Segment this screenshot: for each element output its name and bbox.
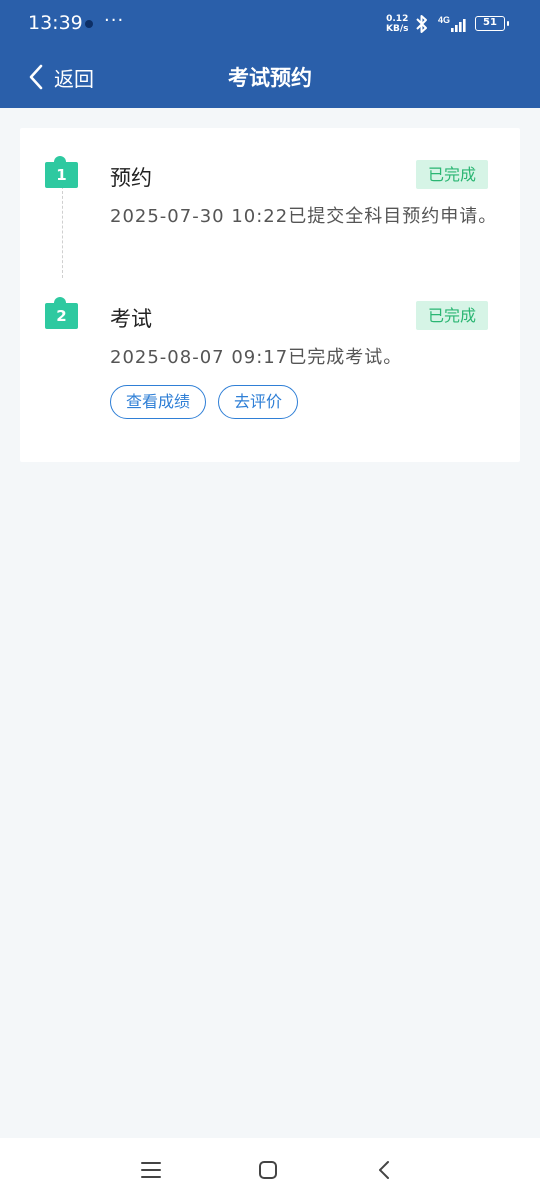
step-number: 2 (45, 303, 78, 329)
network-speed: 0.12 KB/s (386, 14, 408, 34)
notification-dot-icon (85, 20, 93, 28)
view-score-button[interactable]: 查看成绩 (110, 385, 207, 419)
signal-icon: 4G (438, 15, 466, 32)
step-number: 1 (45, 162, 78, 188)
speed-value: 0.12 (386, 14, 409, 24)
status-bar: 13:39 ··· 0.12 KB/s 4G 51 (0, 0, 540, 48)
home-icon[interactable] (256, 1158, 280, 1182)
exam-actions: 查看成绩 去评价 (110, 385, 299, 419)
header: 13:39 ··· 0.12 KB/s 4G 51 返回 考试预约 (0, 0, 540, 108)
network-type: 4G (438, 15, 450, 25)
speed-unit: KB/s (386, 24, 409, 34)
step-description: 2025-08-07 09:17已完成考试。 (110, 347, 403, 368)
step-title: 预约 (110, 166, 152, 190)
progress-card: 1 预约 已完成 2025-07-30 10:22已提交全科目预约申请。 2 考… (20, 128, 520, 462)
rate-button[interactable]: 去评价 (218, 385, 299, 419)
step-number-badge: 2 (45, 297, 78, 329)
step-description: 2025-07-30 10:22已提交全科目预约申请。 (110, 206, 498, 227)
nav-bar: 返回 考试预约 (0, 48, 540, 108)
step-number-badge: 1 (45, 156, 78, 188)
status-badge: 已完成 (416, 301, 488, 330)
status-time: 13:39 (28, 12, 83, 34)
step-title: 考试 (110, 307, 152, 331)
battery-indicator: 51 (475, 16, 509, 31)
system-nav-bar (0, 1138, 540, 1200)
timeline-connector (62, 186, 63, 278)
status-badge: 已完成 (416, 160, 488, 189)
bluetooth-icon (416, 15, 427, 33)
back-icon[interactable] (373, 1158, 397, 1182)
menu-icon[interactable] (139, 1158, 163, 1182)
page-title: 考试预约 (228, 66, 312, 90)
more-icon: ··· (104, 10, 125, 31)
